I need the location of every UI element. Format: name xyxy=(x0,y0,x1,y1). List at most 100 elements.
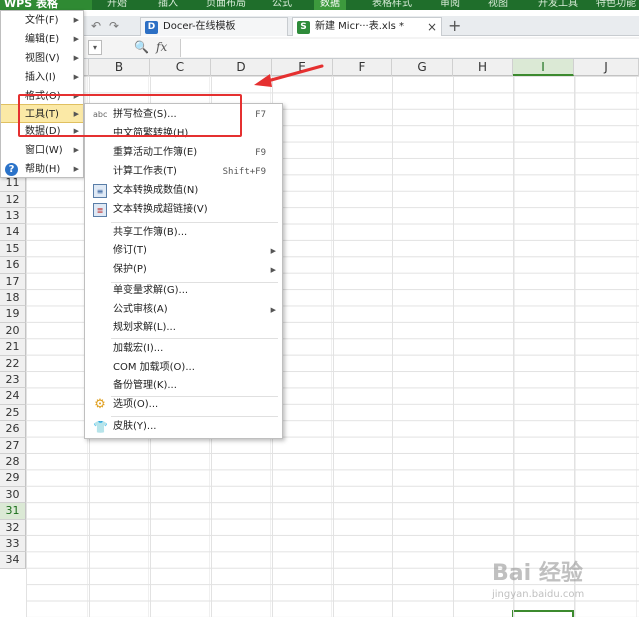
submenu-arrow-icon: ▶ xyxy=(270,306,276,314)
row-header[interactable]: 23 xyxy=(0,372,26,389)
row-header[interactable]: 32 xyxy=(0,519,26,536)
ribbon-tab-data[interactable]: 数据 xyxy=(314,0,346,10)
row-header[interactable]: 13 xyxy=(0,208,26,225)
row-header[interactable]: 22 xyxy=(0,355,26,372)
menu-text-to-number[interactable]: ≡ 文本转换成数值(N) xyxy=(85,182,282,200)
doc-tab-spreadsheet[interactable]: S 新建 Micr···表.xls * × xyxy=(292,17,442,36)
column-header[interactable]: B xyxy=(89,59,150,76)
forward-icon[interactable]: ↷ xyxy=(106,18,122,34)
menu-separator xyxy=(111,222,278,223)
row-header[interactable]: 28 xyxy=(0,454,26,471)
grid-column-line xyxy=(513,76,514,617)
row-header[interactable]: 21 xyxy=(0,339,26,356)
row-header[interactable]: 30 xyxy=(0,486,26,504)
menu-options[interactable]: ⚙ 选项(O)... xyxy=(85,396,282,414)
menu-item-view[interactable]: 视图(V) ▶ xyxy=(1,49,83,68)
submenu-arrow-icon: ▶ xyxy=(270,266,276,274)
ribbon-tab-features[interactable]: 特色功能 xyxy=(596,0,636,10)
row-header[interactable]: 20 xyxy=(0,322,26,340)
shortcut: F7 xyxy=(255,110,266,120)
row-header[interactable]: 14 xyxy=(0,224,26,241)
menu-formula-audit[interactable]: 公式审核(A) ▶ xyxy=(85,301,282,319)
menu-recalc-workbook[interactable]: 重算活动工作簿(E) F9 xyxy=(85,144,282,162)
name-box-dropdown-icon[interactable]: ▾ xyxy=(88,40,102,55)
ribbon-bar: WPS 表格 开始 插入 页面布局 公式 数据 表格样式 审阅 视图 开发工具 … xyxy=(0,0,639,10)
ribbon-tab-table-style[interactable]: 表格样式 xyxy=(372,0,412,10)
row-header[interactable]: 18 xyxy=(0,290,26,307)
ribbon-tab-view[interactable]: 视图 xyxy=(488,0,508,10)
ribbon-tab-start[interactable]: 开始 xyxy=(107,0,127,10)
row-header[interactable]: 25 xyxy=(0,404,26,422)
column-header[interactable]: H xyxy=(453,59,513,76)
menu-backup-manager[interactable]: 备份管理(K)... xyxy=(85,377,282,395)
active-cell[interactable] xyxy=(512,610,574,617)
text-to-number-icon: ≡ xyxy=(93,184,107,198)
column-header[interactable]: G xyxy=(392,59,453,76)
row-header[interactable]: 24 xyxy=(0,388,26,405)
submenu-arrow-icon: ▶ xyxy=(73,146,79,154)
menu-separator xyxy=(111,416,278,417)
formula-bar: ▾ 🔍 fx xyxy=(84,37,639,59)
fx-button[interactable]: fx xyxy=(156,40,167,54)
menu-skin[interactable]: 👕 皮肤(Y)... xyxy=(85,418,282,436)
row-header[interactable]: 12 xyxy=(0,191,26,208)
column-header-selected[interactable]: I xyxy=(513,59,574,76)
menu-item-label: COM 加载项(O)... xyxy=(113,362,195,373)
ribbon-tab-review[interactable]: 审阅 xyxy=(440,0,460,10)
menu-calc-sheet[interactable]: 计算工作表(T) Shift+F9 xyxy=(85,163,282,181)
menu-item-label: 文本转换成超链接(V) xyxy=(113,204,208,215)
help-icon: ? xyxy=(5,163,18,176)
menu-goal-seek[interactable]: 单变量求解(G)... xyxy=(85,282,282,300)
row-header[interactable]: 19 xyxy=(0,306,26,323)
menu-protect[interactable]: 保护(P) ▶ xyxy=(85,261,282,279)
column-header[interactable]: F xyxy=(333,59,392,76)
row-header[interactable]: 17 xyxy=(0,273,26,290)
ribbon-tab-developer[interactable]: 开发工具 xyxy=(538,0,578,10)
formula-input[interactable] xyxy=(180,39,639,57)
tools-submenu: abc 拼写检查(S)... F7 中文简繁转换(H) 重算活动工作簿(E) F… xyxy=(84,103,283,439)
back-icon[interactable]: ↶ xyxy=(88,18,104,34)
menu-item-insert[interactable]: 插入(I) ▶ xyxy=(1,68,83,87)
row-header[interactable]: 16 xyxy=(0,257,26,274)
menu-item-label: 共享工作簿(B)... xyxy=(113,227,188,238)
ribbon-tab-insert[interactable]: 插入 xyxy=(158,0,178,10)
menu-text-to-hyperlink[interactable]: ≣ 文本转换成超链接(V) xyxy=(85,201,282,219)
ribbon-tab-formula[interactable]: 公式 xyxy=(272,0,292,10)
submenu-arrow-icon: ▶ xyxy=(73,165,79,173)
watermark-logo: Bai 经验 xyxy=(492,561,583,586)
menu-item-edit[interactable]: 编辑(E) ▶ xyxy=(1,30,83,49)
menu-item-file[interactable]: 文件(F) ▶ xyxy=(1,11,83,30)
menu-item-window[interactable]: 窗口(W) ▶ xyxy=(1,141,83,160)
column-header[interactable]: J xyxy=(574,59,639,76)
menu-item-label: 视图(V) xyxy=(25,53,60,64)
row-header[interactable]: 33 xyxy=(0,536,26,553)
menu-item-label: 编辑(E) xyxy=(25,34,60,45)
row-header[interactable]: 31 xyxy=(0,503,26,520)
submenu-arrow-icon: ▶ xyxy=(73,54,79,62)
watermark: Bai 经验 jingyan.baidu.com xyxy=(492,555,622,605)
menu-add-ins[interactable]: 加载宏(I)... xyxy=(85,340,282,358)
menu-revisions[interactable]: 修订(T) ▶ xyxy=(85,242,282,260)
menu-com-add-ins[interactable]: COM 加载项(O)... xyxy=(85,359,282,377)
menu-item-help[interactable]: ? 帮助(H) ▶ xyxy=(1,160,83,179)
row-header[interactable]: 29 xyxy=(0,470,26,487)
menu-solver[interactable]: 规划求解(L)... xyxy=(85,319,282,337)
ribbon-tab-page-layout[interactable]: 页面布局 xyxy=(206,0,246,10)
zoom-icon[interactable]: 🔍 xyxy=(134,40,149,54)
doc-tab-label: Docer-在线模板 xyxy=(163,21,236,32)
row-header[interactable]: 34 xyxy=(0,552,26,569)
doc-tab-docer[interactable]: D Docer-在线模板 xyxy=(140,17,288,36)
app-title[interactable]: WPS 表格 xyxy=(0,0,92,10)
new-tab-button[interactable]: + xyxy=(448,16,461,36)
row-header[interactable]: 26 xyxy=(0,421,26,438)
menu-item-label: 重算活动工作簿(E) xyxy=(113,147,198,158)
shortcut: F9 xyxy=(255,148,266,158)
menu-share-workbook[interactable]: 共享工作簿(B)... xyxy=(85,224,282,242)
menu-item-label: 修订(T) xyxy=(113,245,147,256)
column-header[interactable]: C xyxy=(150,59,211,76)
menu-item-label: 帮助(H) xyxy=(25,164,61,175)
annotation-highlight-box xyxy=(18,94,242,137)
row-header[interactable]: 27 xyxy=(0,437,26,454)
row-header[interactable]: 15 xyxy=(0,240,26,258)
close-icon[interactable]: × xyxy=(427,18,437,36)
